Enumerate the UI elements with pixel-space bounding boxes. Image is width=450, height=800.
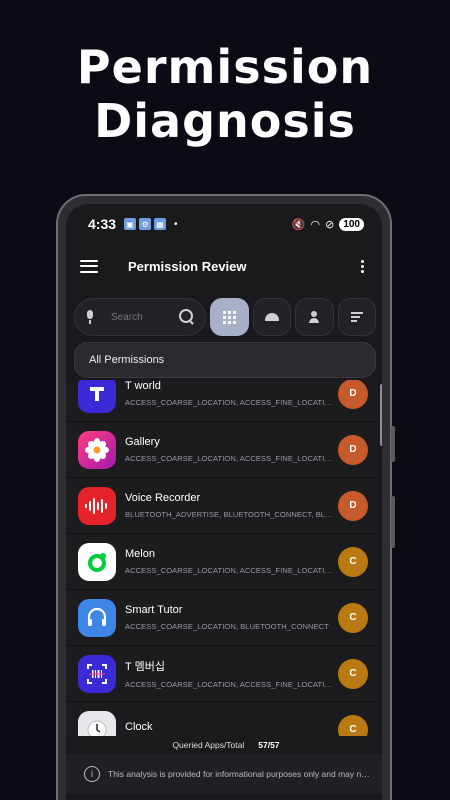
app-permissions: BLUETOOTH_ADVERTISE, BLUETOOTH_CONNECT, … [125,510,333,519]
gallery-flower-icon [78,430,116,469]
list-item-melon[interactable]: Melon ACCESS_COARSE_LOCATION, ACCESS_FIN… [66,534,378,590]
sort-button[interactable] [337,298,377,336]
grid-icon [223,310,236,324]
menu-icon[interactable] [80,259,98,273]
microphone-icon[interactable] [85,310,95,324]
power-button [391,496,395,548]
android-icon [264,313,279,321]
risk-grade-badge: C [338,714,368,736]
risk-grade-badge: C [338,658,368,689]
phone-frame: 4:33 ▣ ⚙ ▦ • 🔇 ◠ ⊘ 100 Permission Review [56,194,395,800]
phone-screen: 4:33 ▣ ⚙ ▦ • 🔇 ◠ ⊘ 100 Permission Review [66,204,382,800]
query-summary: Queried Apps/Total 57/57 [66,736,382,754]
summary-label: Queried Apps/Total [172,740,245,750]
app-name: T world [125,380,161,392]
filter-all-apps-button[interactable] [210,298,249,336]
person-icon [308,311,320,323]
wifi-icon: ◠ [310,218,321,231]
voice-waveform-icon [78,486,116,525]
battery-indicator: 100 [339,217,364,231]
disclaimer-text: This analysis is provided for informatio… [108,769,372,779]
status-right: 🔇 ◠ ⊘ 100 [291,217,364,231]
list-item-t-world[interactable]: T world ACCESS_COARSE_LOCATION, ACCESS_F… [66,380,378,422]
list-item-t-membership[interactable]: T 멤버십 ACCESS_COARSE_LOCATION, ACCESS_FIN… [66,646,378,702]
list-item-smart-tutor[interactable]: Smart Tutor ACCESS_COARSE_LOCATION, BLUE… [66,590,378,646]
app-permissions: ACCESS_COARSE_LOCATION, BLUETOOTH_CONNEC… [125,622,329,631]
risk-grade-badge: C [338,546,368,577]
disclaimer-bar: i This analysis is provided for informat… [66,754,382,794]
summary-value: 57/57 [258,740,280,750]
app-name: Gallery [125,436,160,448]
permission-filter-dropdown[interactable]: All Permissions [74,342,376,378]
notification-more-dot: • [174,218,178,230]
t-world-icon [78,380,116,413]
app-list: T world ACCESS_COARSE_LOCATION, ACCESS_F… [66,380,382,736]
headline: Permission Diagnosis [0,40,450,148]
filter-user-apps-button[interactable] [295,298,334,336]
mute-icon: 🔇 [291,218,306,231]
info-icon: i [84,766,100,782]
risk-grade-badge: D [338,434,368,465]
more-options-icon[interactable] [361,259,368,273]
filter-toolbar [74,298,377,336]
barcode-scan-icon [78,654,116,693]
notification-settings-icon: ⚙ [139,218,152,230]
dropdown-selected-value: All Permissions [89,354,165,366]
search-icon[interactable] [179,309,195,325]
risk-grade-badge: D [338,380,368,409]
app-permissions: ACCESS_COARSE_LOCATION, ACCESS_FINE_LOCA… [125,454,333,463]
status-time: 4:33 [88,216,117,232]
app-permissions: ACCESS_COARSE_LOCATION, ACCESS_FINE_LOCA… [125,398,333,407]
app-permissions: ACCESS_COARSE_LOCATION, ACCESS_FINE_LOCA… [125,566,333,575]
app-name: Smart Tutor [125,604,183,616]
app-name: Voice Recorder [125,492,201,504]
volume-button [391,426,395,462]
app-bar: Permission Review [66,246,382,286]
clock-icon [78,710,116,736]
risk-grade-badge: D [338,490,368,521]
app-name: T 멤버십 [125,661,165,673]
status-bar: 4:33 ▣ ⚙ ▦ • 🔇 ◠ ⊘ 100 [66,204,382,244]
headline-line1: Permission [76,40,374,94]
app-name: Melon [125,548,155,560]
headline-line2: Diagnosis [94,94,356,148]
page-title: Permission Review [128,258,247,274]
do-not-disturb-icon: ⊘ [325,218,335,231]
search-input[interactable] [111,311,171,323]
risk-grade-badge: C [338,602,368,633]
list-item-clock[interactable]: Clock C [66,702,378,736]
sort-icon [350,312,363,322]
list-item-gallery[interactable]: Gallery ACCESS_COARSE_LOCATION, ACCESS_F… [66,422,378,478]
search-bar [74,298,207,336]
melon-icon [78,542,116,581]
list-item-voice-recorder[interactable]: Voice Recorder BLUETOOTH_ADVERTISE, BLUE… [66,478,378,534]
app-name: Clock [125,720,153,733]
notification-grid-icon: ▦ [154,218,167,230]
list-scrollbar[interactable] [380,384,382,446]
filter-system-apps-button[interactable] [252,298,292,336]
app-permissions: ACCESS_COARSE_LOCATION, ACCESS_FINE_LOCA… [125,680,333,689]
notification-app-icon: ▣ [124,218,137,230]
headset-icon [78,598,116,637]
